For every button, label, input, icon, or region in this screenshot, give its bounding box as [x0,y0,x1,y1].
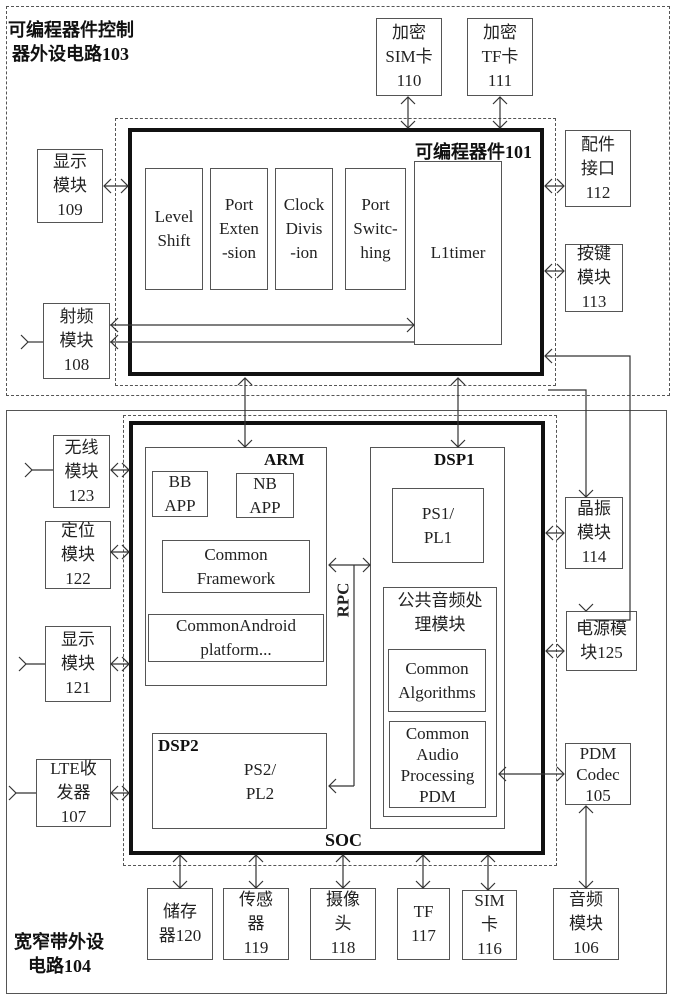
power-routing [545,355,631,621]
arrowhead-icon [8,785,17,801]
arrowhead-icon [18,656,27,672]
arrowhead-icon [20,334,29,350]
arrowhead-icon [578,603,594,612]
connector-layer [8,96,631,891]
arrowhead-icon [24,462,33,478]
crystal-routing [548,389,587,497]
